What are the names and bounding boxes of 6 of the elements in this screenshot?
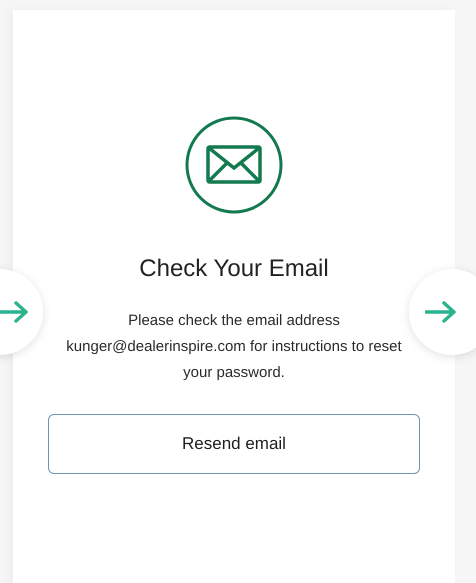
- resend-email-button[interactable]: Resend email: [48, 414, 420, 474]
- arrow-right-icon: [425, 301, 457, 323]
- arrow-right-icon: [0, 301, 29, 323]
- envelope-icon: [185, 116, 283, 214]
- instructions-text: Please check the email address kunger@dealerinspire.com for instructions to reset your password.: [65, 311, 403, 383]
- page-title: Check Your Email: [139, 254, 329, 284]
